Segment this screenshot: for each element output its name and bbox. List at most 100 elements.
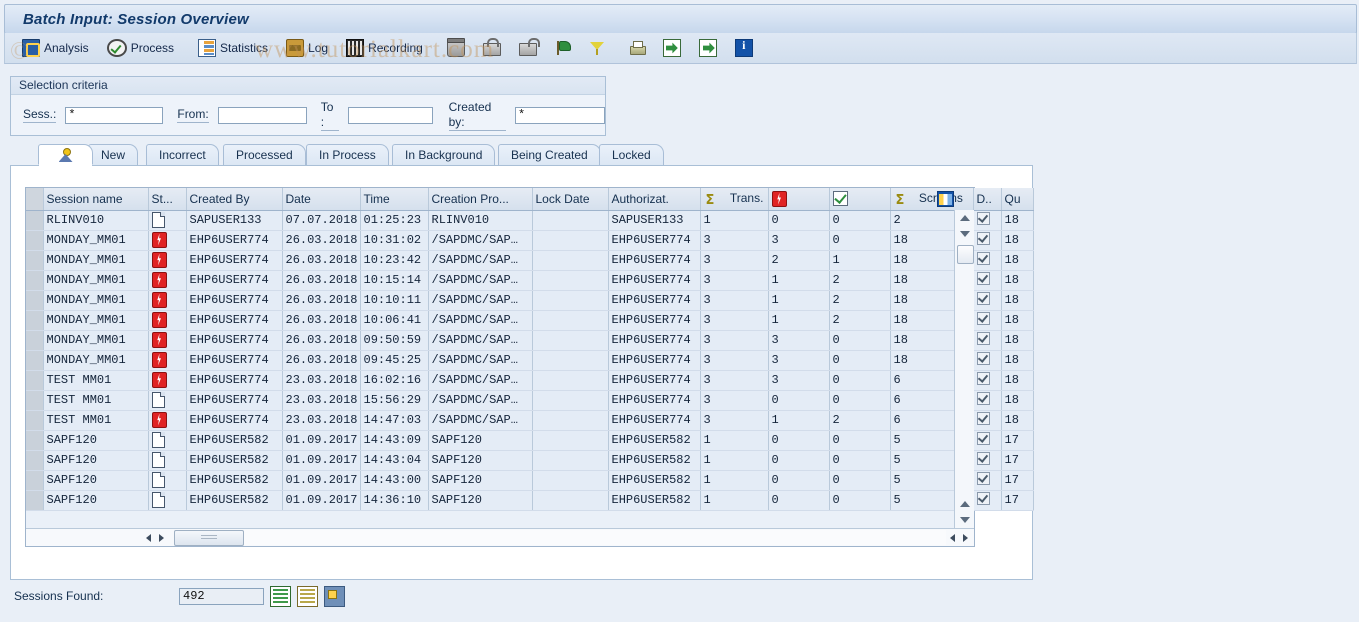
deselect-all-button[interactable] — [297, 585, 318, 607]
tab-new[interactable]: New — [88, 144, 139, 165]
column-header-ok[interactable] — [829, 188, 891, 211]
checkbox-icon[interactable] — [976, 252, 990, 265]
import-button[interactable] — [656, 36, 688, 60]
statistics-button[interactable]: Statistics — [191, 36, 275, 60]
row-select-cell[interactable] — [26, 210, 44, 231]
column-header-creation-program[interactable]: Creation Pro... — [428, 188, 533, 211]
checkbox-icon[interactable] — [976, 412, 990, 425]
row-select-cell[interactable] — [26, 450, 44, 471]
column-header-status[interactable]: St... — [148, 188, 187, 211]
layout-button[interactable] — [324, 585, 345, 607]
table-row[interactable]: SAPF120 EHP6USER582 01.09.2017 14:36:10 SAPF… — [26, 490, 1034, 511]
cell-delete-flag[interactable] — [973, 470, 1002, 491]
cell-delete-flag[interactable] — [973, 310, 1002, 331]
tab-locked[interactable]: Locked — [599, 144, 664, 165]
checkbox-icon[interactable] — [976, 392, 990, 405]
row-select-cell[interactable] — [26, 430, 44, 451]
row-select-cell[interactable] — [26, 410, 44, 431]
column-header-date[interactable]: Date — [282, 188, 361, 211]
column-header-d[interactable]: D.. — [973, 188, 1002, 211]
cell-delete-flag[interactable] — [973, 450, 1002, 471]
checkbox-icon[interactable] — [976, 352, 990, 365]
hscroll-right-button[interactable] — [155, 530, 168, 545]
recording-button[interactable]: Recording — [339, 36, 430, 60]
cell-delete-flag[interactable] — [973, 430, 1002, 451]
row-select-cell[interactable] — [26, 470, 44, 491]
grid-horizontal-scrollbar[interactable] — [26, 528, 974, 546]
scroll-page-down-button[interactable] — [955, 512, 974, 528]
table-row[interactable]: TEST MM01 EHP6USER774 23.03.2018 16:02:16/S… — [26, 370, 1034, 391]
process-button[interactable]: Process — [100, 36, 181, 60]
row-select-cell[interactable] — [26, 270, 44, 291]
column-header-select-all[interactable] — [26, 188, 44, 211]
column-header-qu[interactable]: Qu — [1001, 188, 1034, 211]
column-header-lock-date[interactable]: Lock Date — [532, 188, 609, 211]
cell-delete-flag[interactable] — [973, 490, 1002, 511]
grid-vertical-scrollbar[interactable] — [954, 210, 974, 528]
table-row[interactable]: SAPF120 EHP6USER582 01.09.2017 14:43:00 SAPF… — [26, 470, 1034, 491]
tab-being-created[interactable]: Being Created — [498, 144, 601, 165]
log-button[interactable]: Log — [279, 36, 335, 60]
column-header-authorization[interactable]: Authorizat. — [608, 188, 701, 211]
row-select-cell[interactable] — [26, 310, 44, 331]
row-select-cell[interactable] — [26, 330, 44, 351]
tab-in-background[interactable]: In Background — [392, 144, 496, 165]
cell-delete-flag[interactable] — [973, 210, 1002, 231]
analysis-button[interactable]: Analysis — [15, 36, 96, 60]
scroll-down-button[interactable] — [955, 226, 974, 242]
checkbox-icon[interactable] — [976, 332, 990, 345]
row-select-cell[interactable] — [26, 250, 44, 271]
table-row[interactable]: TEST MM01 EHP6USER774 23.03.2018 15:56:29/S… — [26, 390, 1034, 411]
cell-delete-flag[interactable] — [973, 370, 1002, 391]
checkbox-icon[interactable] — [976, 272, 990, 285]
table-row[interactable]: MONDAY_MM01 EHP6USER774 26.03.2018 09:45:25… — [26, 350, 1034, 371]
unlock-button[interactable] — [512, 36, 544, 60]
checkbox-icon[interactable] — [976, 492, 990, 505]
hscroll-left-button[interactable] — [142, 530, 155, 545]
row-select-cell[interactable] — [26, 230, 44, 251]
cell-delete-flag[interactable] — [973, 330, 1002, 351]
checkbox-icon[interactable] — [976, 292, 990, 305]
tab-all-sessions[interactable] — [38, 144, 93, 166]
cell-delete-flag[interactable] — [973, 270, 1002, 291]
from-input[interactable] — [217, 106, 307, 124]
row-select-cell[interactable] — [26, 490, 44, 511]
tab-incorrect[interactable]: Incorrect — [146, 144, 219, 165]
checkbox-icon[interactable] — [976, 232, 990, 245]
filter-button[interactable] — [582, 36, 612, 60]
cell-delete-flag[interactable] — [973, 250, 1002, 271]
checkbox-icon[interactable] — [976, 432, 990, 445]
table-row[interactable]: MONDAY_MM01 EHP6USER774 26.03.2018 10:15:14… — [26, 270, 1034, 291]
cell-delete-flag[interactable] — [973, 290, 1002, 311]
checkbox-icon[interactable] — [976, 472, 990, 485]
print-button[interactable] — [622, 36, 652, 60]
checkbox-icon[interactable] — [976, 372, 990, 385]
scroll-page-up-button[interactable] — [955, 496, 974, 512]
table-row[interactable]: MONDAY_MM01 EHP6USER774 26.03.2018 10:10:11… — [26, 290, 1034, 311]
row-select-cell[interactable] — [26, 290, 44, 311]
row-select-cell[interactable] — [26, 390, 44, 411]
to-input[interactable] — [347, 106, 433, 124]
checkbox-icon[interactable] — [976, 312, 990, 325]
table-settings-button[interactable] — [937, 191, 954, 207]
created-by-input[interactable] — [515, 106, 605, 124]
cell-delete-flag[interactable] — [973, 230, 1002, 251]
tab-in-process[interactable]: In Process — [306, 144, 389, 165]
cell-delete-flag[interactable] — [973, 350, 1002, 371]
table-row[interactable]: SAPF120 EHP6USER582 01.09.2017 14:43:04 SAPF… — [26, 450, 1034, 471]
hscroll-right-button-2[interactable] — [959, 530, 972, 545]
table-row[interactable]: RLINV010 SAPUSER133 07.07.2018 01:25:23 RLIN… — [26, 210, 1034, 231]
column-header-errors[interactable] — [768, 188, 830, 211]
table-row[interactable]: SAPF120 EHP6USER582 01.09.2017 14:43:09 SAPF… — [26, 430, 1034, 451]
lock-button[interactable] — [476, 36, 508, 60]
column-header-time[interactable]: Time — [360, 188, 429, 211]
scroll-thumb[interactable] — [957, 245, 974, 264]
table-row[interactable]: TEST MM01 EHP6USER774 23.03.2018 14:47:03/S… — [26, 410, 1034, 431]
scroll-up-button[interactable] — [955, 210, 974, 226]
row-select-cell[interactable] — [26, 370, 44, 391]
session-input[interactable] — [65, 106, 164, 124]
table-row[interactable]: MONDAY_MM01 EHP6USER774 26.03.2018 10:31:02… — [26, 230, 1034, 251]
checkbox-icon[interactable] — [976, 212, 990, 225]
tab-processed[interactable]: Processed — [223, 144, 306, 165]
column-header-created-by[interactable]: Created By — [186, 188, 283, 211]
